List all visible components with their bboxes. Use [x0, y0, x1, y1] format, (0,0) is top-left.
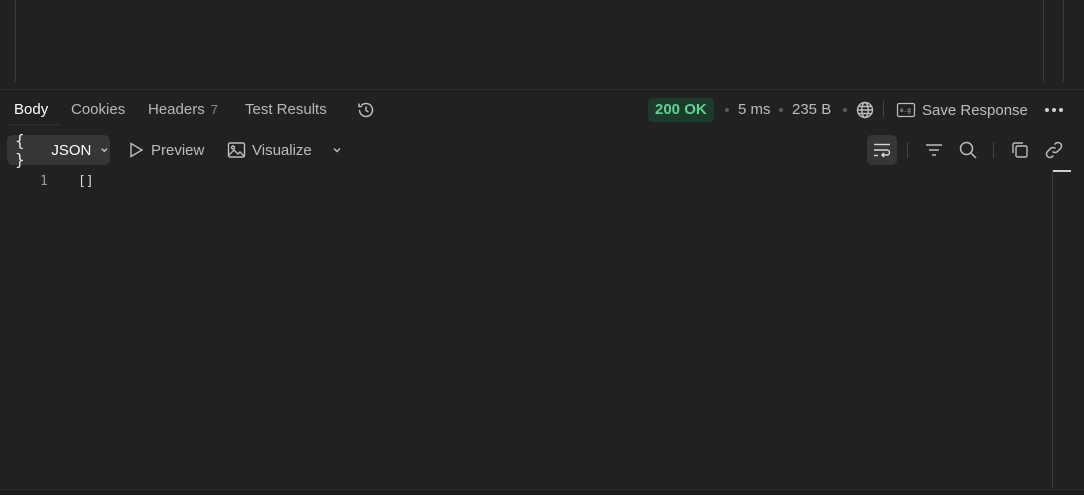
response-body-editor[interactable]: 1 []: [0, 170, 1052, 490]
braces-icon: { }: [15, 131, 26, 169]
tab-active-indicator: [8, 124, 60, 126]
editor-scrollbar-thumb[interactable]: [1053, 170, 1071, 172]
line-number: 1: [40, 174, 48, 189]
tab-cookies[interactable]: Cookies: [71, 100, 125, 120]
tab-test-results[interactable]: Test Results: [245, 100, 327, 120]
chevron-down-icon: [101, 148, 108, 153]
response-time[interactable]: 5 ms: [738, 100, 771, 120]
pane-border-right: [1043, 0, 1044, 82]
status-badge[interactable]: 200 OK: [648, 98, 714, 122]
meta-separator: [843, 108, 847, 112]
status-bar: [0, 490, 1084, 495]
save-response-button[interactable]: e.g Save Response: [896, 99, 1028, 121]
image-icon: [227, 142, 246, 158]
globe-icon[interactable]: [854, 99, 876, 121]
svg-text:e.g: e.g: [900, 107, 911, 114]
meta-separator: [779, 108, 783, 112]
toolbar-separator: [883, 101, 884, 117]
history-icon[interactable]: [354, 98, 378, 122]
tab-body[interactable]: Body: [14, 100, 48, 120]
preview-label: Preview: [151, 141, 205, 159]
editor-scrollbar[interactable]: [1052, 170, 1053, 490]
request-pane: [0, 0, 1084, 90]
visualize-label: Visualize: [252, 141, 312, 159]
headers-count-badge: 7: [210, 102, 218, 117]
toolbar-separator: [907, 142, 908, 158]
link-icon[interactable]: [1042, 139, 1066, 161]
copy-icon[interactable]: [1008, 139, 1032, 161]
code-line[interactable]: []: [78, 174, 94, 189]
visualize-options-chevron-icon[interactable]: [328, 141, 346, 159]
scrollbar-track-top[interactable]: [1063, 0, 1064, 82]
play-icon: [130, 142, 144, 158]
wrap-lines-icon[interactable]: [867, 135, 897, 165]
tab-headers[interactable]: Headers 7: [148, 100, 218, 120]
format-label: JSON: [51, 141, 92, 159]
toolbar-separator: [993, 142, 994, 158]
meta-separator: [725, 108, 729, 112]
format-dropdown[interactable]: { } JSON: [7, 131, 110, 169]
response-size[interactable]: 235 B: [792, 100, 831, 120]
save-response-icon: e.g: [896, 102, 916, 118]
pane-border-left: [15, 0, 16, 82]
filter-icon[interactable]: [922, 139, 946, 161]
search-icon[interactable]: [956, 139, 980, 161]
visualize-button[interactable]: Visualize: [227, 139, 312, 161]
more-icon[interactable]: [1042, 99, 1066, 121]
preview-button[interactable]: Preview: [127, 139, 204, 161]
save-response-label: Save Response: [922, 101, 1028, 119]
